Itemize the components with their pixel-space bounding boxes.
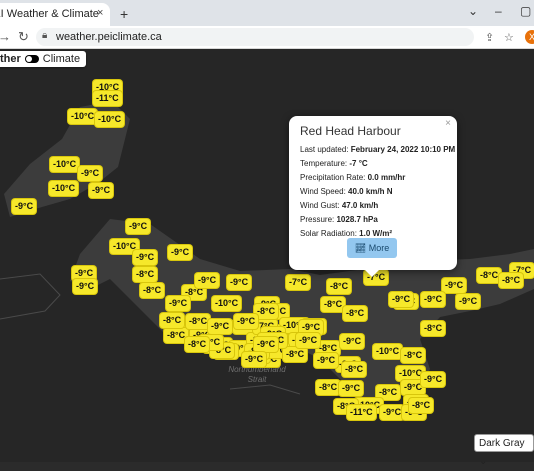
temperature-marker[interactable]: -8°C [185, 337, 210, 352]
water-label: Northumberland Strait [228, 365, 286, 384]
temperature-marker[interactable]: -9°C [389, 292, 414, 307]
forward-icon[interactable]: → [0, 29, 11, 44]
weather-climate-toggle[interactable]: ther Climate [0, 51, 87, 67]
address-bar[interactable]: 🔒︎ weather.peiclimate.ca [36, 28, 474, 46]
temperature-marker[interactable]: -8°C [133, 267, 158, 282]
temperature-marker[interactable]: -9°C [339, 381, 364, 396]
temperature-marker[interactable]: -8°C [321, 297, 346, 312]
solar-row: Solar Radiation: 1.0 W/m² [300, 229, 393, 238]
pressure-row: Pressure: 1028.7 hPa [300, 215, 378, 224]
temperature-marker[interactable]: -9°C [166, 296, 191, 311]
bookmark-star-icon[interactable]: ☆ [504, 31, 514, 44]
close-icon[interactable]: × [445, 118, 451, 129]
temperature-marker[interactable]: -8°C [343, 306, 368, 321]
wind-speed-row: Wind Speed: 40.0 km/h N [300, 187, 393, 196]
temperature-marker[interactable]: -10°C [50, 157, 80, 172]
temperature-marker[interactable]: -8°C [327, 279, 352, 294]
temperature-marker[interactable]: -10°C [95, 112, 125, 127]
temperature-marker[interactable]: -9°C [133, 250, 158, 265]
temperature-marker[interactable]: -10°C [68, 109, 98, 124]
chart-icon: 📈︎ [354, 243, 367, 253]
temperature-marker[interactable]: -11°C [347, 405, 376, 420]
temperature-marker[interactable]: -8°C [160, 313, 185, 328]
station-popup: × Red Head Harbour Last updated: Februar… [289, 116, 457, 277]
new-tab-button[interactable]: + [120, 6, 128, 22]
temperature-marker[interactable]: -9°C [421, 292, 446, 307]
close-icon[interactable]: × [97, 7, 103, 19]
tab-title: PEI Weather & Climate [0, 8, 99, 20]
last-updated-row: Last updated: February 24, 2022 10:10 PM [300, 145, 456, 154]
browser-tab[interactable]: PEI Weather & Climate × [0, 3, 110, 26]
temperature-marker[interactable]: -9°C [254, 337, 279, 352]
temperature-marker[interactable]: -9°C [227, 275, 252, 290]
temperature-marker[interactable]: -8°C [186, 314, 211, 329]
wind-gust-row: Wind Gust: 47.0 km/h [300, 201, 379, 210]
temperature-marker[interactable]: -9°C [78, 166, 103, 181]
temperature-marker[interactable]: -9°C [442, 278, 467, 293]
temperature-marker[interactable]: -9°C [314, 353, 339, 368]
temperature-marker[interactable]: -8°C [477, 268, 502, 283]
temperature-marker[interactable]: -8°C [499, 273, 524, 288]
avatar[interactable]: X [525, 30, 534, 44]
temperature-marker[interactable]: -8°C [283, 347, 308, 362]
minimize-button[interactable]: – [495, 4, 502, 18]
temperature-marker[interactable]: -9°C [456, 294, 481, 309]
temperature-marker[interactable]: -9°C [380, 405, 405, 420]
share-icon[interactable]: ⇪ [485, 31, 494, 44]
temperature-marker[interactable]: -9°C [168, 245, 193, 260]
temperature-marker[interactable]: -7°C [286, 275, 311, 290]
tab-search-icon[interactable]: ⌄ [468, 4, 478, 18]
temperature-marker[interactable]: -9°C [73, 279, 98, 294]
temperature-marker[interactable]: -9°C [340, 334, 365, 349]
popup-title: Red Head Harbour [300, 124, 401, 138]
temperature-marker[interactable]: -11°C [93, 91, 122, 106]
temperature-marker[interactable]: -9°C [12, 199, 37, 214]
temperature-marker[interactable]: -10°C [373, 344, 403, 359]
temperature-marker[interactable]: -8°C [342, 362, 367, 377]
temperature-marker[interactable]: -9°C [126, 219, 151, 234]
temperature-marker[interactable]: -8°C [316, 380, 341, 395]
temperature-marker[interactable]: -10°C [49, 181, 79, 196]
climate-label: Climate [42, 53, 81, 65]
temperature-marker[interactable]: -8°C [409, 398, 434, 413]
basemap-select[interactable]: Dark Gray ⌄ [474, 434, 534, 467]
temperature-marker[interactable]: -9°C [242, 352, 267, 367]
precip-row: Precipitation Rate: 0.0 mm/hr [300, 173, 406, 182]
temperature-marker[interactable]: -9°C [89, 183, 114, 198]
temperature-row: Temperature: -7 °C [300, 159, 368, 168]
more-button[interactable]: 📈︎ More [347, 238, 397, 258]
lock-icon[interactable]: 🔒︎ [42, 30, 47, 41]
temperature-marker[interactable]: -8°C [401, 348, 426, 363]
maximize-button[interactable]: ▢ [520, 4, 531, 18]
reload-icon[interactable]: ↻ [18, 29, 29, 45]
temperature-marker[interactable]: -9°C [421, 372, 446, 387]
url-text[interactable]: weather.peiclimate.ca [56, 31, 162, 43]
address-bar-row: → ↻ 🔒︎ weather.peiclimate.ca ⇪ ☆ X [0, 26, 534, 49]
mode-switch[interactable] [24, 55, 39, 63]
temperature-marker[interactable]: -10°C [212, 296, 242, 311]
weather-label: ther [0, 53, 21, 65]
temperature-marker[interactable]: -8°C [140, 283, 165, 298]
temperature-marker[interactable]: -9°C [234, 314, 259, 329]
temperature-marker[interactable]: -9°C [195, 273, 220, 288]
temperature-marker[interactable]: -9°C [296, 333, 321, 348]
temperature-marker[interactable]: -8°C [421, 321, 446, 336]
tab-strip: PEI Weather & Climate × + ⌄ – ▢ [0, 0, 534, 26]
temperature-marker[interactable]: -9°C [208, 319, 233, 334]
